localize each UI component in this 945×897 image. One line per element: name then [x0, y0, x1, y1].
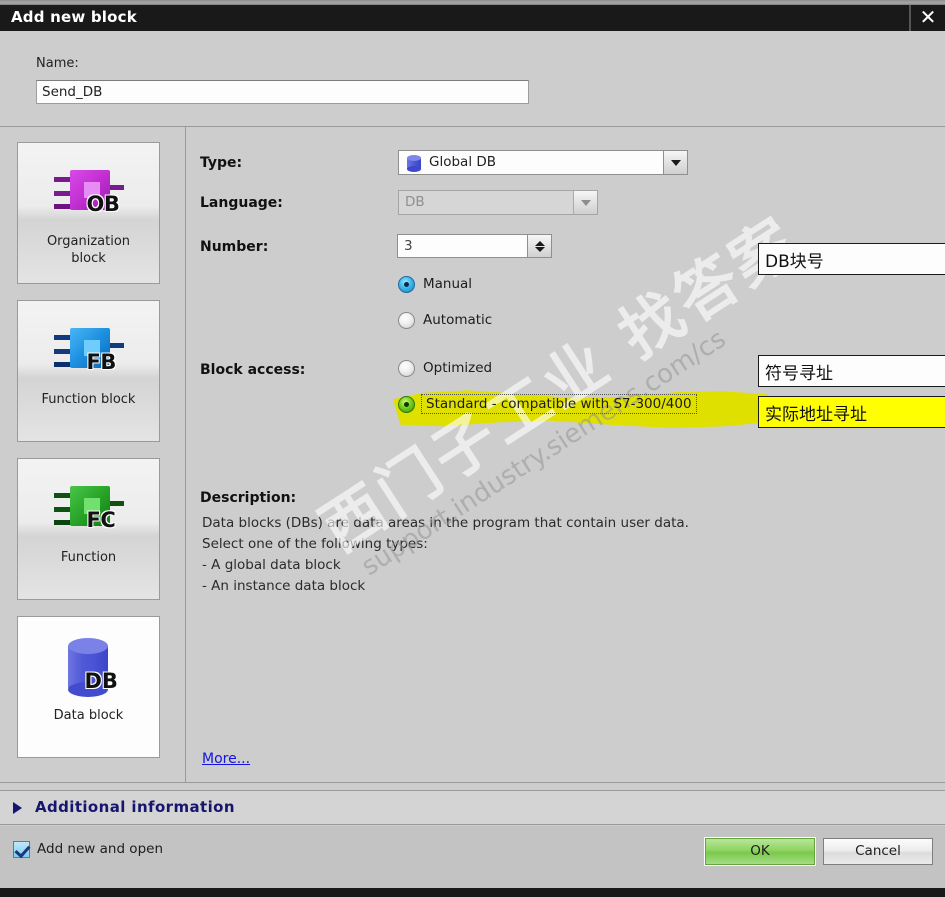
- block-type-label-line1: Data block: [53, 708, 124, 723]
- annotation-symbolic-addressing: 符号寻址: [758, 355, 945, 387]
- stepper-down-icon[interactable]: [534, 246, 545, 252]
- description-title: Description:: [200, 490, 297, 506]
- block-access-optimized-label: Optimized: [423, 360, 493, 376]
- window-titlebar: Add new block ✕: [0, 5, 945, 31]
- block-type-function-block[interactable]: FB Function block: [17, 300, 160, 442]
- type-value: Global DB: [429, 154, 497, 170]
- number-stepper-buttons[interactable]: [527, 235, 551, 257]
- language-dropdown-arrow: [573, 191, 597, 214]
- radio-unselected-icon[interactable]: [398, 312, 415, 329]
- fc-tag: FC: [86, 508, 116, 532]
- block-type-label-line1: Function block: [41, 392, 136, 407]
- block-type-label: Function block: [18, 391, 159, 408]
- description-line: Data blocks (DBs) are data areas in the …: [202, 515, 689, 531]
- block-type-function[interactable]: FC Function: [17, 458, 160, 600]
- more-link[interactable]: More...: [202, 751, 250, 767]
- cancel-button[interactable]: Cancel: [823, 838, 933, 865]
- window-title: Add new block: [11, 8, 137, 26]
- name-input[interactable]: [36, 80, 529, 104]
- stepper-up-icon[interactable]: [534, 240, 545, 246]
- description-line: Select one of the following types:: [202, 536, 428, 552]
- window-bottom-bar: [0, 888, 945, 897]
- block-properties-form: Type: Global DB Language: DB Number: 3 M…: [186, 127, 945, 782]
- fb-tag: FB: [86, 350, 117, 374]
- fb-block-icon: FB: [52, 323, 126, 381]
- block-type-icon: FB: [18, 315, 159, 389]
- radio-unselected-icon[interactable]: [398, 360, 415, 377]
- additional-information-label: Additional information: [35, 798, 235, 816]
- chevron-right-icon: [13, 802, 22, 814]
- block-type-label: Organization block: [18, 233, 159, 267]
- chevron-down-icon: [580, 199, 591, 206]
- block-access-label: Block access:: [200, 362, 306, 378]
- ob-tag: OB: [86, 192, 120, 216]
- ok-button[interactable]: OK: [704, 837, 816, 866]
- radio-selected-icon[interactable]: [398, 396, 415, 413]
- db-tag: DB: [84, 669, 118, 693]
- block-type-data-block[interactable]: DB Data block: [17, 616, 160, 758]
- annotation-db-number: DB块号: [758, 243, 945, 275]
- type-dropdown[interactable]: Global DB: [398, 150, 688, 175]
- block-type-label-line1: Function: [60, 550, 117, 565]
- number-mode-automatic-label: Automatic: [423, 312, 493, 328]
- additional-information-expander[interactable]: Additional information: [0, 790, 945, 825]
- number-mode-manual-label: Manual: [423, 276, 473, 292]
- annotation-absolute-addressing: 实际地址寻址: [758, 396, 945, 428]
- add-new-block-dialog: Add new block ✕ Name: OB Organization: [0, 0, 945, 897]
- block-type-label: Data block: [18, 707, 159, 724]
- type-label: Type:: [200, 155, 243, 171]
- language-dropdown: DB: [398, 190, 598, 215]
- block-access-standard-label: Standard - compatible with S7-300/400: [421, 394, 697, 414]
- close-icon[interactable]: ✕: [909, 5, 945, 31]
- block-type-list: OB Organization block FB Function block …: [0, 127, 185, 782]
- block-type-organization-block[interactable]: OB Organization block: [17, 142, 160, 284]
- block-type-label-line1: Organization: [46, 234, 131, 249]
- block-type-icon: DB: [18, 631, 159, 705]
- radio-selected-icon[interactable]: [398, 276, 415, 293]
- add-new-and-open-label: Add new and open: [37, 841, 164, 857]
- checkbox-checked-icon[interactable]: [13, 841, 30, 858]
- block-type-label: Function: [18, 549, 159, 566]
- language-value: DB: [405, 194, 425, 210]
- divider-bottom: [0, 782, 945, 783]
- db-cylinder-icon: [407, 155, 421, 172]
- block-type-icon: FC: [18, 473, 159, 547]
- description-line: - An instance data block: [202, 578, 366, 594]
- number-stepper[interactable]: 3: [397, 234, 552, 258]
- fc-block-icon: FC: [52, 481, 126, 539]
- type-dropdown-arrow[interactable]: [663, 151, 687, 174]
- chevron-down-icon: [670, 159, 681, 166]
- language-label: Language:: [200, 195, 283, 211]
- db-block-icon: DB: [52, 638, 126, 698]
- block-type-label-line2: block: [71, 251, 106, 266]
- ob-block-icon: OB: [52, 165, 126, 223]
- number-value: 3: [404, 238, 413, 254]
- block-type-icon: OB: [18, 157, 159, 231]
- dialog-footer: Add new and open OK Cancel: [0, 826, 945, 888]
- description-line: - A global data block: [202, 557, 341, 573]
- name-label: Name:: [36, 56, 79, 71]
- number-label: Number:: [200, 239, 269, 255]
